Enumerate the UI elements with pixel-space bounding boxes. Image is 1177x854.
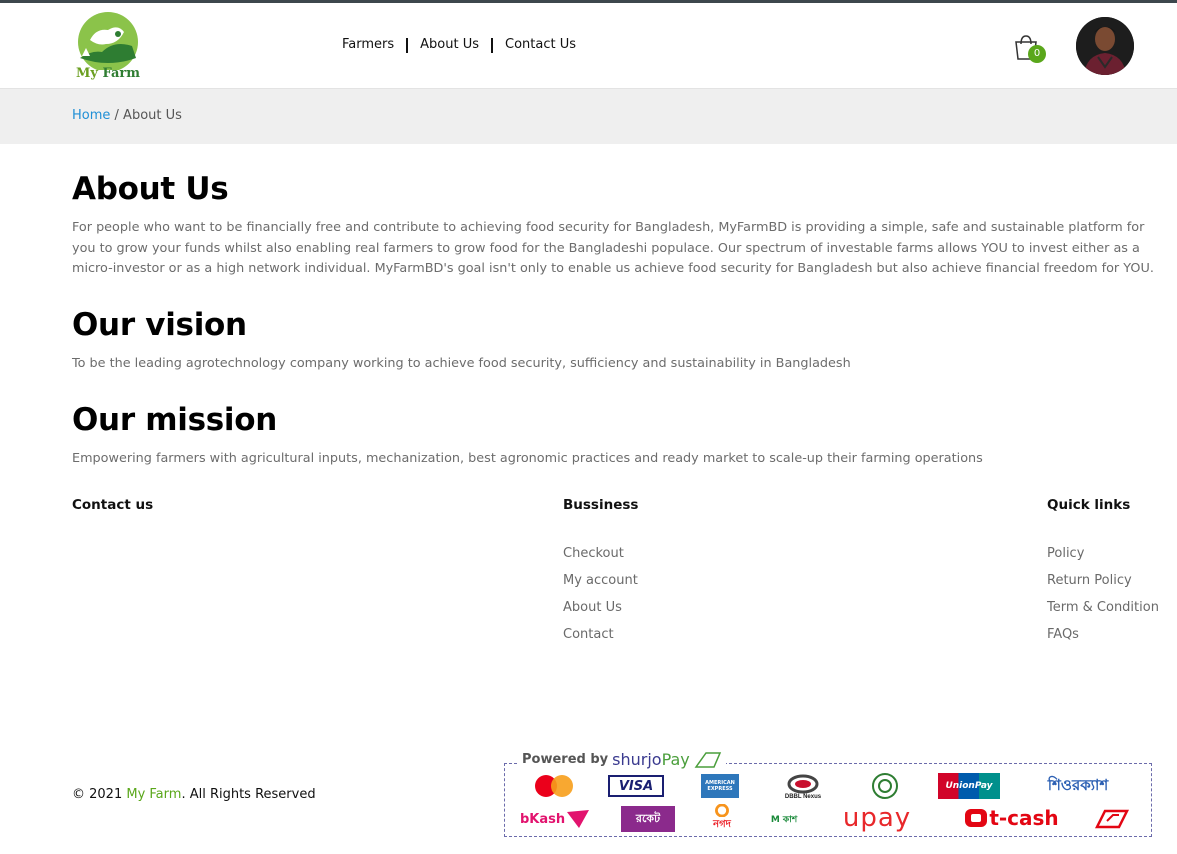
- nagad-logo: নগদ: [704, 804, 740, 834]
- amex-logo: AMERICAN EXPRESS: [701, 774, 739, 798]
- dbbl-nexus-logo: DBBL Nexus: [776, 774, 830, 800]
- site-header: My Farm Farmers About Us Contact Us 0: [0, 3, 1177, 89]
- nav-contact-us[interactable]: Contact Us: [493, 36, 588, 54]
- nav-about-us[interactable]: About Us: [408, 36, 491, 54]
- shurjopay-swoosh-icon: [694, 751, 721, 768]
- unionpay-logo: UnionPay: [938, 773, 1000, 799]
- svg-text:DBBL Nexus: DBBL Nexus: [785, 794, 822, 800]
- breadcrumb: Home / About Us: [72, 108, 182, 123]
- footer-link-return-policy[interactable]: Return Policy: [1047, 573, 1132, 588]
- surecash-logo: শিওরক্যাশ: [1047, 775, 1109, 794]
- user-avatar[interactable]: [1076, 17, 1134, 75]
- breadcrumb-separator: /: [110, 108, 124, 123]
- vision-heading: Our vision: [72, 307, 247, 343]
- shurjopay-logo: shurjoPay: [612, 750, 690, 769]
- tcash-logo: t-cash: [950, 804, 1072, 832]
- powered-by-shurjopay: Powered by shurjoPay: [518, 750, 726, 769]
- ipay-logo: [1090, 806, 1132, 832]
- footer-link-terms[interactable]: Term & Condition: [1047, 600, 1159, 615]
- footer-link-my-account[interactable]: My account: [563, 573, 638, 588]
- user-photo-icon: [1076, 17, 1134, 75]
- footer-contact-title: Contact us: [72, 497, 154, 513]
- bank-seal-logo: [866, 772, 904, 800]
- breadcrumb-home-link[interactable]: Home: [72, 108, 110, 123]
- mastercard-logo: [522, 772, 586, 800]
- copyright-text: © 2021 My Farm. All Rights Reserved: [72, 787, 316, 802]
- cart-button[interactable]: 0: [1012, 33, 1048, 69]
- footer-link-faqs[interactable]: FAQs: [1047, 627, 1079, 642]
- footer-quick-links-title: Quick links: [1047, 497, 1131, 513]
- farm-logo-icon: [78, 12, 138, 72]
- mission-text: Empowering farmers with agricultural inp…: [72, 451, 983, 466]
- breadcrumb-current: About Us: [123, 108, 182, 123]
- footer-link-about-us[interactable]: About Us: [563, 600, 622, 615]
- nav-farmers[interactable]: Farmers: [330, 36, 406, 54]
- visa-logo: VISA: [608, 775, 664, 797]
- footer-link-policy[interactable]: Policy: [1047, 546, 1084, 561]
- main-nav: Farmers About Us Contact Us: [330, 36, 588, 54]
- breadcrumb-bar: Home / About Us: [0, 89, 1177, 144]
- footer-link-checkout[interactable]: Checkout: [563, 546, 624, 561]
- upay-logo: upay: [842, 803, 912, 833]
- my-farm-logo[interactable]: My Farm: [72, 10, 144, 84]
- rocket-logo: রকেট: [621, 806, 675, 832]
- vision-text: To be the leading agrotechnology company…: [72, 356, 851, 371]
- footer-link-contact[interactable]: Contact: [563, 627, 614, 642]
- copyright-brand-link[interactable]: My Farm: [126, 787, 181, 802]
- cart-count-badge: 0: [1028, 45, 1046, 63]
- about-text: For people who want to be financially fr…: [72, 220, 1154, 276]
- bkash-logo: bKash: [520, 806, 598, 832]
- mission-heading: Our mission: [72, 402, 278, 438]
- about-heading: About Us: [72, 171, 229, 207]
- mcash-logo: M কাশ: [770, 814, 798, 825]
- footer-business-title: Bussiness: [563, 497, 639, 513]
- logo-text: My Farm: [75, 66, 141, 81]
